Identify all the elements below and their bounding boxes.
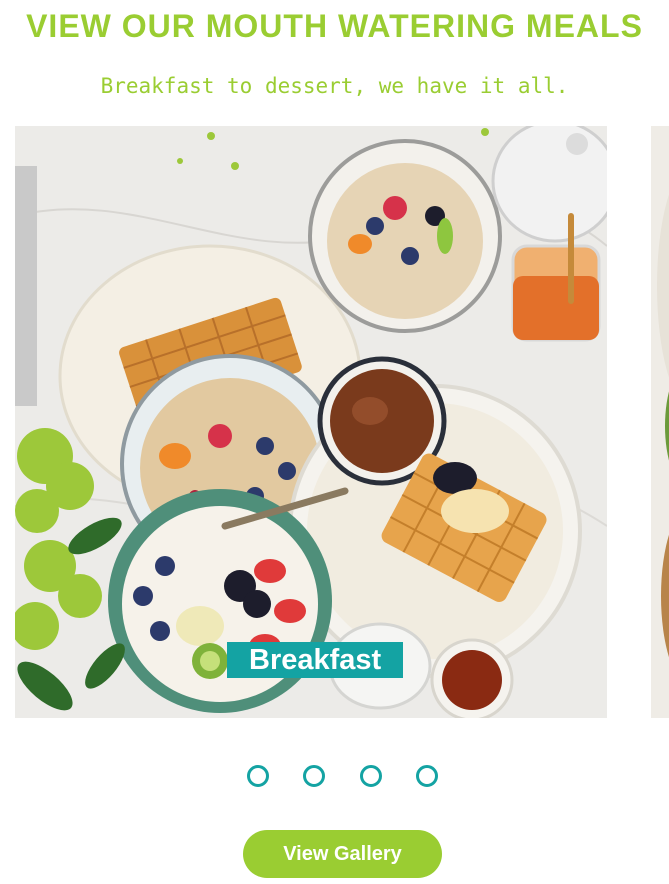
section-title: VIEW OUR MOUTH WATERING MEALS	[26, 8, 643, 44]
view-gallery-button[interactable]: View Gallery	[243, 830, 442, 878]
carousel-pagination	[0, 765, 669, 789]
breakfast-photo	[15, 126, 607, 718]
slide-next-preview[interactable]	[651, 126, 669, 718]
carousel-dot-3[interactable]	[360, 765, 382, 787]
meal-carousel[interactable]: Breakfast	[0, 126, 669, 718]
slide-caption: Breakfast	[227, 642, 404, 678]
next-meal-photo	[651, 126, 669, 718]
carousel-dot-1[interactable]	[247, 765, 269, 787]
section-subtitle: Breakfast to dessert, we have it all.	[100, 74, 569, 98]
carousel-dot-2[interactable]	[303, 765, 325, 787]
carousel-dot-4[interactable]	[416, 765, 438, 787]
slide-breakfast[interactable]: Breakfast	[15, 126, 607, 718]
